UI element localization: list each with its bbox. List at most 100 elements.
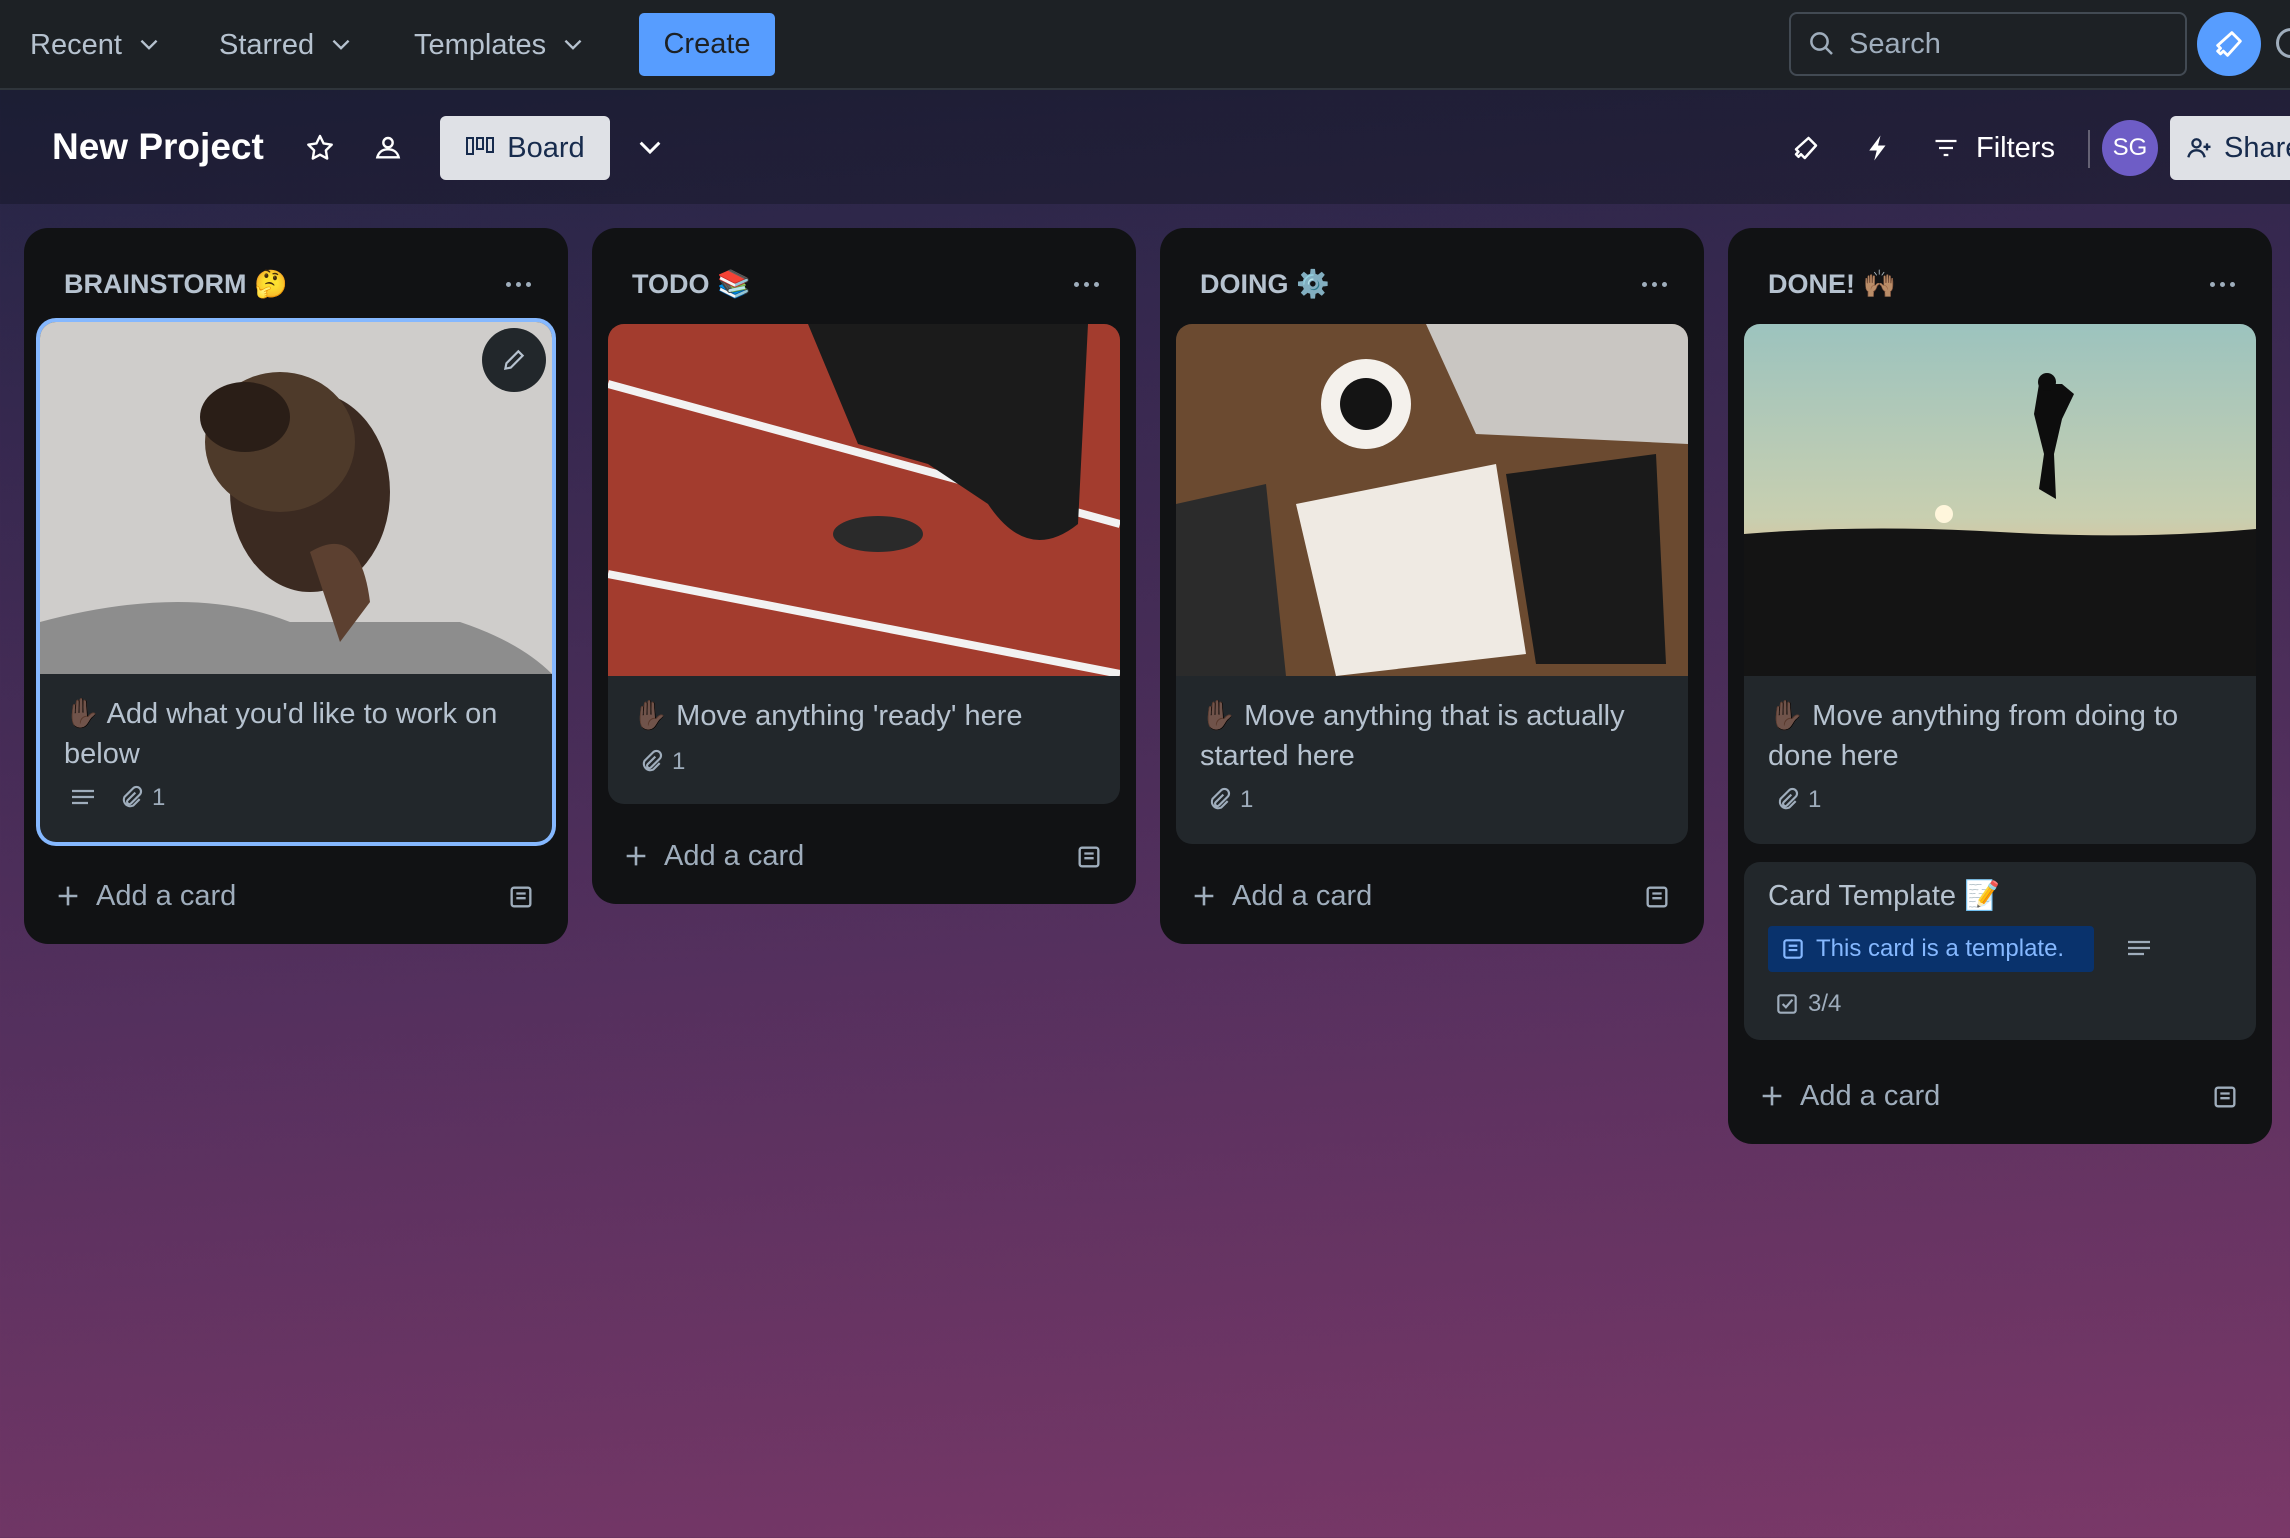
templates-menu[interactable]: Templates (414, 22, 586, 68)
card-cover-image (40, 322, 552, 674)
paperclip-icon (1210, 787, 1231, 810)
card-badges: 1 (638, 748, 685, 776)
divider (2088, 130, 2090, 168)
search-icon (1810, 32, 1833, 55)
add-card-button[interactable]: Add a card (1190, 868, 1372, 924)
card-title: ✋🏿 Move anything from doing to done here (1768, 700, 2179, 772)
description-icon (72, 789, 94, 805)
add-card-button[interactable]: Add a card (1758, 1068, 1940, 1124)
filters-label: Filters (1976, 131, 2055, 164)
power-ups-icon[interactable] (1786, 128, 1826, 168)
attachment-count: 1 (672, 748, 686, 775)
star-icon[interactable] (300, 128, 340, 168)
list-menu-icon[interactable] (1066, 264, 1106, 304)
search-input[interactable] (1847, 26, 2151, 62)
board-title[interactable]: New Project (52, 126, 264, 168)
add-card-label: Add a card (96, 879, 237, 912)
card-title: ✋🏿 Move anything that is actually starte… (1200, 700, 1625, 772)
checkbox-icon (1777, 994, 1797, 1014)
add-card-label: Add a card (1800, 1079, 1941, 1112)
attachment-count: 1 (1808, 786, 1822, 813)
list-brainstorm: BRAINSTORM 🤔 ✋🏿 Add what you'd like to w… (24, 228, 568, 944)
chevron-down-icon (332, 39, 350, 50)
add-card-button[interactable]: Add a card (54, 868, 236, 924)
paperclip-icon (642, 749, 663, 772)
share-button[interactable]: Share (2170, 116, 2290, 180)
avatar[interactable]: SG (2102, 120, 2158, 176)
starred-menu[interactable]: Starred (219, 22, 354, 68)
board-view-button[interactable]: Board (440, 116, 610, 180)
plus-icon (1194, 886, 1214, 906)
attachment-count: 1 (1240, 786, 1254, 813)
list-title[interactable]: DOING ⚙️ (1200, 268, 1330, 300)
attachment-badge: 1 (1206, 786, 1253, 814)
card-badges: 3/4 (1774, 990, 1841, 1018)
list-title[interactable]: BRAINSTORM 🤔 (64, 268, 288, 300)
card-badges: 1 (70, 784, 165, 812)
notifications-button[interactable] (2197, 12, 2261, 76)
template-card[interactable]: Card Template 📝 This card is a template.… (1744, 862, 2256, 1040)
pencil-icon (503, 349, 525, 371)
list-title[interactable]: TODO 📚 (632, 268, 751, 300)
list-menu-icon[interactable] (498, 264, 538, 304)
list-doing: DOING ⚙️ ✋🏿 Move anything that is actual… (1160, 228, 1704, 944)
card[interactable]: ✋🏿 Add what you'd like to work on below … (40, 322, 552, 842)
card[interactable]: ✋🏿 Move anything from doing to done here… (1744, 324, 2256, 844)
card-title: ✋🏿 Move anything 'ready' here (632, 700, 1023, 732)
template-icon (1783, 939, 1803, 959)
card-cover-image (608, 324, 1120, 676)
attachment-badge: 1 (638, 748, 685, 776)
checklist-badge: 3/4 (1774, 990, 1841, 1018)
create-from-template-icon[interactable] (1642, 882, 1672, 912)
visibility-icon[interactable] (368, 128, 408, 168)
list-menu-icon[interactable] (2202, 264, 2242, 304)
search-box[interactable] (1789, 12, 2187, 76)
view-switcher-chevron-icon[interactable] (630, 128, 670, 168)
paperclip-icon (122, 785, 143, 808)
create-from-template-icon[interactable] (506, 882, 536, 912)
recent-menu-label: Recent (30, 28, 122, 61)
share-label: Share (2224, 131, 2290, 164)
card-badges: 1 (1774, 786, 1821, 814)
add-person-icon (2187, 138, 2211, 158)
board-view-label: Board (507, 131, 585, 164)
avatar-initials: SG (2112, 134, 2148, 161)
list-title[interactable]: DONE! 🙌🏽 (1768, 268, 1896, 300)
add-card-label: Add a card (664, 839, 805, 872)
attachment-badge: 1 (118, 784, 165, 812)
card-badges: 1 (1206, 786, 1253, 814)
card[interactable]: ✋🏿 Move anything 'ready' here 1 (608, 324, 1120, 804)
card-title: Card Template 📝 (1768, 880, 2001, 912)
plus-icon (1762, 1086, 1782, 1106)
create-button[interactable]: Create (639, 13, 775, 76)
recent-menu[interactable]: Recent (30, 22, 162, 68)
list-todo: TODO 📚 ✋🏿 Move anything 'ready' here 1 A… (592, 228, 1136, 904)
help-icon[interactable] (2276, 28, 2290, 58)
add-card-button[interactable]: Add a card (622, 828, 804, 884)
add-card-label: Add a card (1232, 879, 1373, 912)
board-header: New Project Board Filters SG Share (0, 90, 2290, 204)
filter-icon (1935, 139, 1957, 157)
template-badge: This card is a template. (1768, 926, 2094, 972)
list-done: DONE! 🙌🏽 ✋🏿 Move anything from doing to … (1728, 228, 2272, 1144)
create-from-template-icon[interactable] (1074, 842, 1104, 872)
filters-button[interactable]: Filters (1932, 120, 2055, 176)
description-icon (2128, 940, 2150, 956)
card-title: ✋🏿 Add what you'd like to work on below (64, 698, 498, 770)
create-from-template-icon[interactable] (2210, 1082, 2240, 1112)
list-menu-icon[interactable] (1634, 264, 1674, 304)
plus-icon (58, 886, 78, 906)
paperclip-icon (1778, 787, 1799, 810)
attachment-badge: 1 (1774, 786, 1821, 814)
top-navigation: Recent Starred Templates Create (0, 0, 2290, 90)
chevron-down-icon (140, 39, 158, 50)
card-cover-image (1744, 324, 2256, 676)
starred-menu-label: Starred (219, 28, 315, 61)
plus-icon (626, 846, 646, 866)
megaphone-icon (2216, 31, 2242, 57)
automation-icon[interactable] (1858, 128, 1898, 168)
board-icon (466, 137, 495, 155)
card[interactable]: ✋🏿 Move anything that is actually starte… (1176, 324, 1688, 844)
card-cover-image (1176, 324, 1688, 676)
edit-card-button[interactable] (482, 328, 546, 392)
